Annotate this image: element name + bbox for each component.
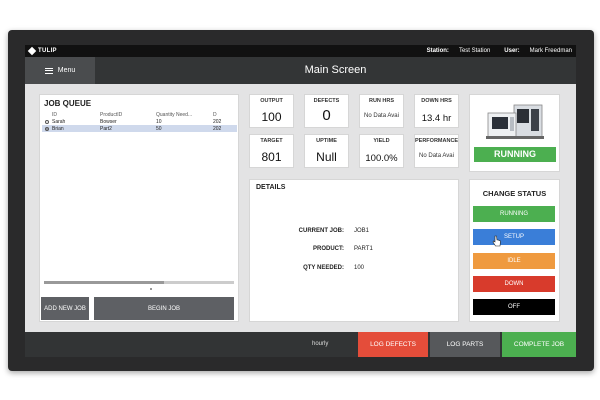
current-job-label: CURRENT JOB: <box>298 228 344 234</box>
row-radio-button[interactable] <box>45 126 49 131</box>
cell-product: Bowser <box>100 118 117 125</box>
qty-needed-label: QTY NEEDED: <box>303 265 344 271</box>
cell-id: Brian <box>52 125 64 132</box>
table-row[interactable]: Brian Part2 50 202 <box>42 125 237 132</box>
status-down-button[interactable]: DOWN <box>473 276 555 292</box>
kpi-uptime-label: UPTIME <box>316 138 337 144</box>
kpi-defects-label: DEFECTS <box>313 98 340 104</box>
details-title: DETAILS <box>256 184 286 191</box>
kpi-yield-value: 100.0% <box>365 153 398 164</box>
station-value: Test Station <box>458 48 491 54</box>
cell-date: 202 <box>213 118 222 125</box>
table-row[interactable]: Sarah Bowser 10 202 <box>42 118 237 125</box>
row-radio-button[interactable] <box>45 119 49 124</box>
bottom-action-bar: hourly LOG DEFECTS LOG PARTS COMPLETE JO… <box>25 332 576 357</box>
kpi-down-hrs-value: 13.4 hr <box>421 113 452 124</box>
machine-status-indicator: RUNNING <box>474 147 556 162</box>
hamburger-icon <box>44 67 53 74</box>
cell-quantity: 50 <box>156 125 162 132</box>
kpi-target-value: 801 <box>261 150 282 164</box>
menu-label: Menu <box>57 67 76 74</box>
column-header-id[interactable]: ID <box>52 112 100 118</box>
kpi-output-value: 100 <box>261 110 282 124</box>
tulip-logo-icon <box>27 46 37 56</box>
kpi-down-hrs-label: DOWN HRS <box>421 98 452 104</box>
log-defects-button[interactable]: LOG DEFECTS <box>358 332 428 357</box>
kpi-run-hrs-value: No Data Avai <box>364 113 399 119</box>
hand-cursor-icon <box>492 235 501 247</box>
scroll-indicator-dot <box>150 288 152 290</box>
kpi-output-label: OUTPUT <box>260 98 283 104</box>
kpi-target-tile: TARGET 801 <box>249 134 294 168</box>
top-status-bar: TULIP Station: Test Station User: Mark F… <box>25 45 576 57</box>
complete-job-button[interactable]: COMPLETE JOB <box>502 332 576 357</box>
log-parts-button[interactable]: LOG PARTS <box>430 332 500 357</box>
cell-date: 202 <box>213 125 222 132</box>
kpi-target-label: TARGET <box>260 138 283 144</box>
kpi-output-tile: OUTPUT 100 <box>249 94 294 128</box>
column-header-quantity[interactable]: Quantity Need... <box>156 112 213 118</box>
details-panel: DETAILS CURRENT JOB: JOB1 PRODUCT: PART1… <box>249 179 459 322</box>
kpi-defects-tile: DEFECTS 0 <box>304 94 349 128</box>
brand: TULIP <box>27 46 57 56</box>
job-queue-title: JOB QUEUE <box>44 99 92 108</box>
kpi-yield-tile: YIELD 100.0% <box>359 134 404 168</box>
page-title: Main Screen <box>304 64 367 76</box>
job-queue-panel: JOB QUEUE ID ProductID Quantity Need... … <box>39 94 239 322</box>
product-label: PRODUCT: <box>313 246 344 252</box>
app-screen: TULIP Station: Test Station User: Mark F… <box>25 45 576 357</box>
station-label: Station: <box>426 48 449 54</box>
machine-status-card: RUNNING <box>469 94 560 172</box>
product-value: PART1 <box>354 246 373 252</box>
scrollbar-thumb[interactable] <box>44 281 164 284</box>
status-setup-button[interactable]: SETUP <box>473 229 555 245</box>
kpi-performance-value: No Data Avai <box>419 153 454 159</box>
kpi-down-hrs-tile: DOWN HRS 13.4 hr <box>414 94 459 128</box>
kpi-yield-label: YIELD <box>373 138 390 144</box>
status-running-button[interactable]: RUNNING <box>473 206 555 222</box>
app-header: Menu Main Screen <box>25 57 576 84</box>
job-queue-table: ID ProductID Quantity Need... D Sarah Bo… <box>42 111 237 132</box>
hourly-link[interactable]: hourly <box>312 332 328 357</box>
column-header-date[interactable]: D <box>213 112 237 118</box>
status-off-button[interactable]: OFF <box>473 299 555 315</box>
cell-id: Sarah <box>52 118 66 125</box>
kpi-performance-label: PERFORMANCE <box>415 138 459 144</box>
change-status-title: CHANGE STATUS <box>482 189 547 198</box>
horizontal-scrollbar[interactable] <box>44 281 234 284</box>
kpi-run-hrs-label: RUN HRS <box>368 98 395 104</box>
menu-button[interactable]: Menu <box>25 57 95 84</box>
kpi-run-hrs-tile: RUN HRS No Data Avai <box>359 94 404 128</box>
kpi-performance-tile: PERFORMANCE No Data Avai <box>414 134 459 168</box>
column-header-product[interactable]: ProductID <box>100 112 156 118</box>
cnc-machine-icon <box>486 104 544 139</box>
user-label: User: <box>504 48 520 54</box>
cell-product: Part2 <box>100 125 112 132</box>
brand-name: TULIP <box>38 48 57 54</box>
table-header: ID ProductID Quantity Need... D <box>42 111 237 118</box>
kpi-defects-value: 0 <box>322 107 331 124</box>
kpi-uptime-value: Null <box>316 150 337 164</box>
qty-needed-value: 100 <box>354 265 365 271</box>
status-idle-button[interactable]: IDLE <box>473 253 555 269</box>
kpi-uptime-tile: UPTIME Null <box>304 134 349 168</box>
add-new-job-button[interactable]: ADD NEW JOB <box>41 297 89 320</box>
current-job-value: JOB1 <box>354 228 370 234</box>
cell-quantity: 10 <box>156 118 162 125</box>
user-value: Mark Freedman <box>529 48 572 54</box>
begin-job-button[interactable]: BEGIN JOB <box>94 297 234 320</box>
